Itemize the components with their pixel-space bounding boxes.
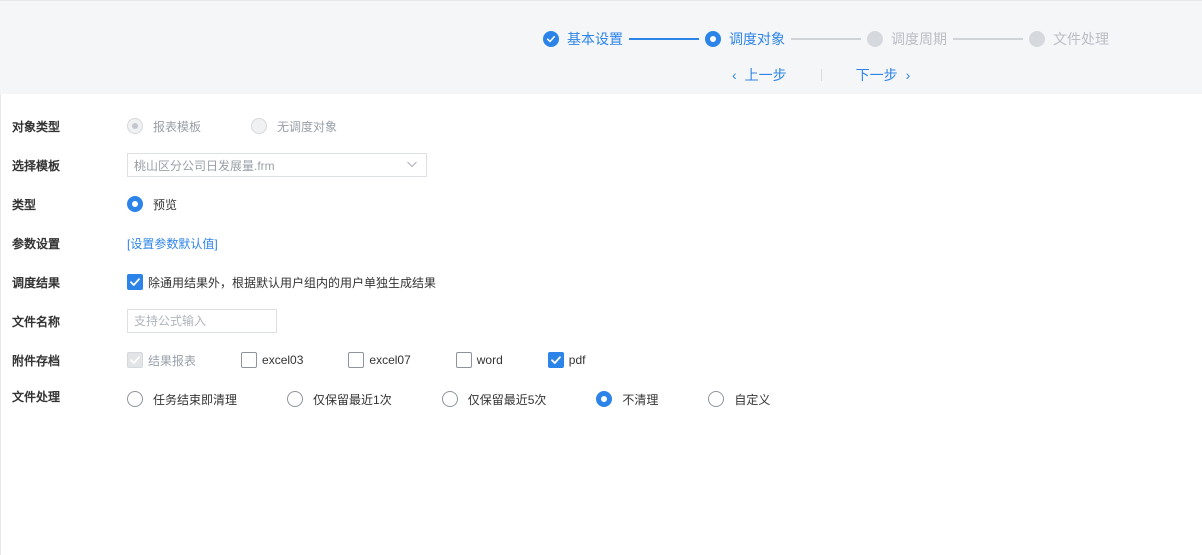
radio-indicator <box>596 391 613 407</box>
step-schedule-object[interactable]: 调度对象 <box>705 29 785 49</box>
row-object-type: 对象类型 报表模板 无调度对象 <box>0 117 1202 135</box>
radio-custom[interactable]: 自定义 <box>708 391 770 408</box>
prev-step-button[interactable]: ‹ 上一步 <box>732 65 787 85</box>
option-label: excel07 <box>369 353 411 367</box>
option-label: pdf <box>568 353 586 367</box>
template-select[interactable]: 桃山区分公司日发展量.frm <box>127 153 427 177</box>
radio-indicator <box>127 391 143 407</box>
step-connector <box>791 38 861 40</box>
checkbox-checked-icon <box>127 352 143 368</box>
file-handling-options-row: 任务结束即清理 仅保留最近1次 仅保留最近5次 不清理 自定义 <box>0 390 1202 408</box>
radio-indicator <box>127 196 143 212</box>
row-template: 选择模板 桃山区分公司日发展量.frm <box>0 153 1202 177</box>
step-label: 调度对象 <box>729 31 785 47</box>
chevron-left-icon: ‹ <box>732 67 737 83</box>
radio-indicator <box>127 118 143 134</box>
option-label: 除通用结果外，根据默认用户组内的用户单独生成结果 <box>148 275 437 290</box>
radio-keep-last-1[interactable]: 仅保留最近1次 <box>287 391 392 408</box>
prev-label: 上一步 <box>744 67 787 83</box>
pending-step-icon <box>867 31 883 47</box>
result-control: 除通用结果外，根据默认用户组内的用户单独生成结果 <box>127 274 436 291</box>
option-label: 预览 <box>153 197 178 212</box>
checkbox-empty-icon <box>455 352 472 368</box>
next-step-button[interactable]: 下一步 › <box>856 65 911 85</box>
filename-label: 文件名称 <box>12 314 61 329</box>
row-params: 参数设置 [设置参数默认值] <box>0 234 1202 252</box>
result-label: 调度结果 <box>12 275 61 290</box>
nav-divider <box>820 69 822 81</box>
row-filename: 文件名称 <box>0 309 1202 333</box>
step-label: 文件处理 <box>1053 31 1109 47</box>
checkbox-result-report[interactable]: 结果报表 <box>127 352 196 369</box>
file-handling-options: 任务结束即清理 仅保留最近1次 仅保留最近5次 不清理 自定义 <box>127 391 770 408</box>
template-label: 选择模板 <box>12 158 61 173</box>
option-label: 报表模板 <box>153 119 202 134</box>
filename-control <box>127 309 277 333</box>
chevron-right-icon: › <box>905 67 911 83</box>
option-label: 仅保留最近1次 <box>313 392 392 407</box>
object-type-label: 对象类型 <box>12 119 61 134</box>
radio-indicator <box>251 118 268 134</box>
checkbox-per-user-result[interactable]: 除通用结果外，根据默认用户组内的用户单独生成结果 <box>127 274 436 291</box>
radio-clean-on-finish[interactable]: 任务结束即清理 <box>127 391 237 408</box>
object-type-options: 报表模板 无调度对象 <box>127 118 337 135</box>
row-attachments: 附件存档 结果报表 excel03 excel07 word pdf <box>0 351 1202 369</box>
attachments-label: 附件存档 <box>12 353 61 368</box>
chevron-down-icon <box>406 158 418 173</box>
row-type: 类型 预览 <box>0 195 1202 213</box>
type-options: 预览 <box>127 196 177 213</box>
checkbox-excel03[interactable]: excel03 <box>241 352 303 368</box>
step-file-handling[interactable]: 文件处理 <box>1029 29 1109 49</box>
radio-report-template[interactable]: 报表模板 <box>127 118 201 135</box>
option-label: word <box>476 353 503 367</box>
step-schedule-period[interactable]: 调度周期 <box>867 29 947 49</box>
radio-preview[interactable]: 预览 <box>127 196 177 213</box>
checkbox-checked-icon <box>127 274 143 290</box>
option-label: 结果报表 <box>148 353 197 368</box>
check-circle-icon <box>543 31 559 47</box>
step-label: 基本设置 <box>567 31 623 47</box>
option-label: 无调度对象 <box>277 119 338 134</box>
checkbox-word[interactable]: word <box>455 352 503 368</box>
radio-no-object[interactable]: 无调度对象 <box>251 118 337 135</box>
radio-keep-last-5[interactable]: 仅保留最近5次 <box>441 391 547 408</box>
next-label: 下一步 <box>855 67 898 83</box>
template-value: 桃山区分公司日发展量.frm <box>134 158 275 173</box>
radio-indicator <box>287 391 304 407</box>
active-step-icon <box>705 31 721 47</box>
params-label: 参数设置 <box>12 236 61 251</box>
radio-no-clean[interactable]: 不清理 <box>596 391 658 408</box>
params-control: [设置参数默认值] <box>127 235 218 252</box>
checkbox-pdf[interactable]: pdf <box>547 352 586 368</box>
option-label: 仅保留最近5次 <box>467 392 547 407</box>
option-label: 自定义 <box>734 392 771 407</box>
template-select-wrap: 桃山区分公司日发展量.frm <box>127 153 427 177</box>
pending-step-icon <box>1029 31 1045 47</box>
step-label: 调度周期 <box>891 31 947 47</box>
step-indicator: 基本设置 调度对象 调度周期 文件处理 <box>543 29 1109 49</box>
type-label: 类型 <box>12 197 37 212</box>
checkbox-excel07[interactable]: excel07 <box>348 352 411 368</box>
set-default-params-link[interactable]: [设置参数默认值] <box>127 235 218 252</box>
radio-indicator <box>441 391 458 407</box>
step-connector <box>629 38 699 40</box>
step-connector <box>953 38 1023 40</box>
checkbox-empty-icon <box>348 352 365 368</box>
row-result: 调度结果 除通用结果外，根据默认用户组内的用户单独生成结果 <box>0 273 1202 291</box>
option-label: excel03 <box>262 353 304 367</box>
filename-input[interactable] <box>127 309 277 333</box>
radio-indicator <box>708 391 725 407</box>
option-label: 任务结束即清理 <box>153 392 238 407</box>
attachment-options: 结果报表 excel03 excel07 word pdf <box>127 352 585 369</box>
step-basic-settings[interactable]: 基本设置 <box>543 29 623 49</box>
checkbox-checked-icon <box>547 352 564 368</box>
option-label: 不清理 <box>622 392 659 407</box>
wizard-nav: ‹ 上一步 下一步 › <box>732 66 910 84</box>
checkbox-empty-icon <box>241 352 258 368</box>
